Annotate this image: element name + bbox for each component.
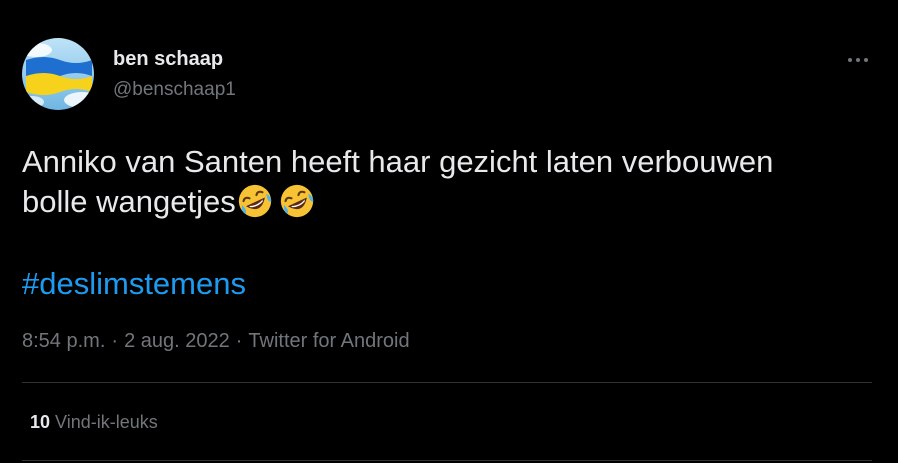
tweet-text-line-1: Anniko van Santen heeft haar gezicht lat… <box>22 144 774 179</box>
meta-separator: · <box>235 330 243 352</box>
likes-link[interactable]: 10 Vind-ik-leuks <box>30 412 158 433</box>
tweet-text-line-2-text: bolle wangetjes <box>22 184 236 219</box>
tweet-source[interactable]: Twitter for Android <box>248 330 409 352</box>
tweet-metadata: 8:54 p.m. · 2 aug. 2022 · Twitter for Androi… <box>22 330 410 353</box>
tweet-text-line-2: bolle wangetjes <box>22 182 872 222</box>
likes-label: Vind-ik-leuks <box>55 412 158 432</box>
divider <box>22 382 872 383</box>
tweet-date[interactable]: 2 aug. 2022 <box>124 330 230 352</box>
hashtag-link[interactable]: #deslimstemens <box>22 264 246 304</box>
likes-count: 10 <box>30 412 51 432</box>
ukraine-flag-avatar-icon <box>22 38 94 110</box>
avatar[interactable] <box>22 38 94 110</box>
tweet-time[interactable]: 8:54 p.m. <box>22 330 105 352</box>
tweet-text: Anniko van Santen heeft haar gezicht lat… <box>22 142 872 222</box>
meta-separator: · <box>111 330 119 352</box>
tweet-card: ben schaap @benschaap1 Anniko van Santen… <box>0 0 898 463</box>
author-handle[interactable]: @benschaap1 <box>113 79 236 101</box>
author-display-name[interactable]: ben schaap <box>113 48 223 71</box>
divider <box>22 460 872 461</box>
rolling-on-floor-laughing-emoji-icon <box>280 184 313 218</box>
more-options-icon <box>848 58 868 62</box>
more-options-button[interactable] <box>842 48 874 72</box>
rolling-on-floor-laughing-emoji-icon <box>238 184 271 218</box>
